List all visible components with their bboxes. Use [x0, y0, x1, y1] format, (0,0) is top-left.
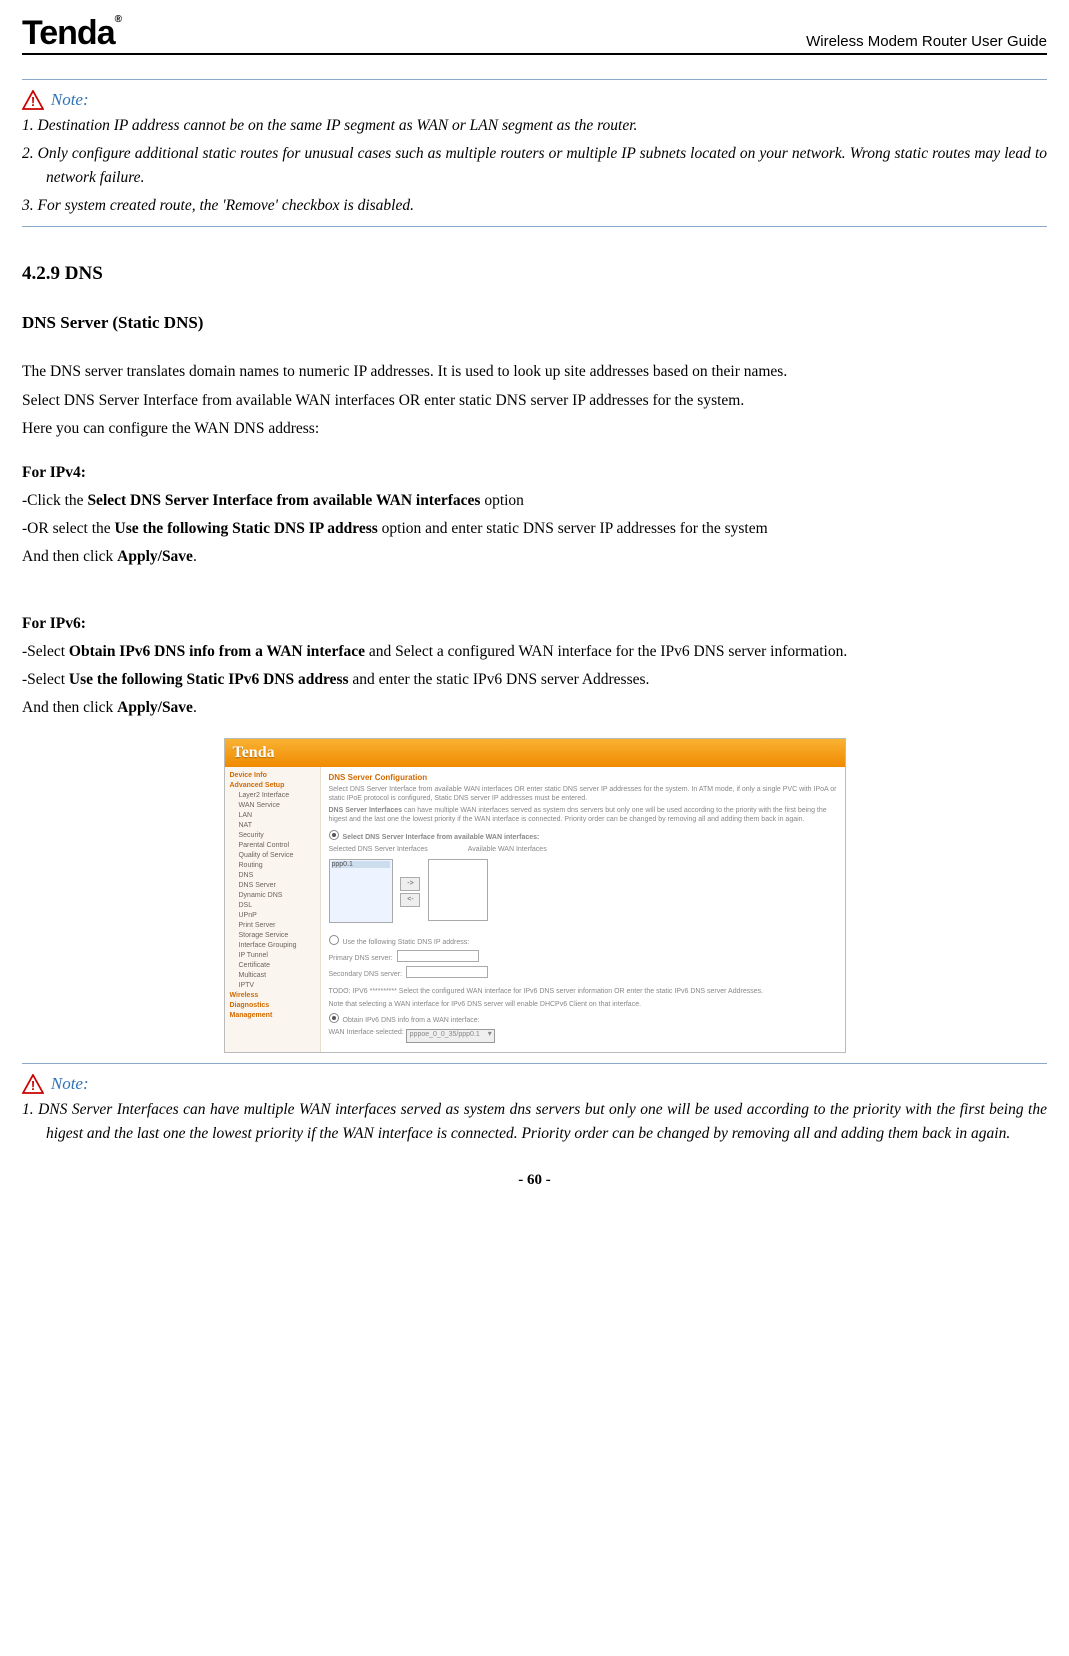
divider	[22, 1063, 1047, 1064]
ss-sidebar-item[interactable]: Quality of Service	[225, 851, 320, 861]
ss-col-label: Available WAN Interfaces	[468, 845, 547, 854]
ss-input[interactable]	[406, 966, 488, 978]
svg-text:!: !	[31, 94, 35, 109]
ss-sidebar-item[interactable]: Certificate	[225, 961, 320, 971]
ss-sidebar-item[interactable]: DNS Server	[225, 881, 320, 891]
paragraph: The DNS server translates domain names t…	[22, 359, 1047, 385]
ss-ipv6-hint2: Note that selecting a WAN interface for …	[329, 1000, 837, 1009]
paragraph: Here you can configure the WAN DNS addre…	[22, 417, 1047, 441]
ss-sidebar-item[interactable]: DNS	[225, 871, 320, 881]
paragraph: -OR select the Use the following Static …	[22, 517, 1047, 541]
paragraph: And then click Apply/Save.	[22, 545, 1047, 569]
note-label: Note:	[51, 1074, 89, 1093]
paragraph: -Click the Select DNS Server Interface f…	[22, 489, 1047, 513]
ss-sidebar-item[interactable]: Layer2 Interface	[225, 791, 320, 801]
radio-icon	[329, 1013, 339, 1023]
ss-sidebar-item[interactable]: Device Info	[225, 771, 320, 781]
ss-logo: Tenda	[233, 744, 275, 762]
ss-sidebar-item[interactable]: Security	[225, 831, 320, 841]
ipv4-label: For IPv4:	[22, 461, 1047, 485]
note-block-1: ! Note: 1. Destination IP address cannot…	[22, 90, 1047, 218]
ss-sidebar-item[interactable]: IPTV	[225, 981, 320, 991]
note-item: 2. Only configure additional static rout…	[22, 142, 1047, 190]
ss-desc: Select DNS Server Interface from availab…	[329, 785, 837, 803]
ss-sidebar-item[interactable]: Routing	[225, 861, 320, 871]
radio-icon	[329, 935, 339, 945]
ss-sidebar-item[interactable]: Multicast	[225, 971, 320, 981]
ss-wan-select-row: WAN Interface selected: pppoe_0_0_35/ppp…	[329, 1028, 837, 1043]
page-number: - 60 -	[22, 1172, 1047, 1189]
ss-radio-3[interactable]: Obtain IPv6 DNS info from a WAN interfac…	[329, 1013, 837, 1025]
radio-icon	[329, 830, 339, 840]
ss-desc: DNS Server Interfaces can have multiple …	[329, 806, 837, 824]
ss-sidebar-item[interactable]: LAN	[225, 811, 320, 821]
ss-sidebar-item[interactable]: Dynamic DNS	[225, 891, 320, 901]
ss-available-list[interactable]	[428, 859, 488, 921]
ss-sidebar-item[interactable]: Wireless	[225, 991, 320, 1001]
ss-sidebar-item[interactable]: Advanced Setup	[225, 781, 320, 791]
ss-main: DNS Server Configuration Select DNS Serv…	[321, 767, 845, 1052]
note-item: 1. Destination IP address cannot be on t…	[22, 114, 1047, 138]
doc-title: Wireless Modem Router User Guide	[806, 33, 1047, 53]
embedded-screenshot: Tenda Device InfoAdvanced SetupLayer2 In…	[22, 738, 1047, 1053]
ss-secondary-dns: Secondary DNS server:	[329, 966, 837, 979]
warning-icon: !	[22, 92, 51, 109]
ss-move-buttons[interactable]: -><-	[400, 875, 420, 909]
ss-sidebar-item[interactable]: Storage Service	[225, 931, 320, 941]
ss-selected-list[interactable]: ppp0.1	[329, 859, 393, 923]
ss-sidebar-item[interactable]: UPnP	[225, 911, 320, 921]
ss-sidebar-item[interactable]: Interface Grouping	[225, 941, 320, 951]
note-item: 3. For system created route, the 'Remove…	[22, 194, 1047, 218]
section-heading: 4.2.9 DNS	[22, 263, 1047, 285]
ss-input[interactable]	[397, 950, 479, 962]
warning-icon: !	[22, 1076, 51, 1093]
ss-sidebar-item[interactable]: WAN Service	[225, 801, 320, 811]
ss-sidebar-item[interactable]: Parental Control	[225, 841, 320, 851]
ipv6-label: For IPv6:	[22, 612, 1047, 636]
ss-primary-dns: Primary DNS server:	[329, 950, 837, 963]
ss-sidebar-item[interactable]: DSL	[225, 901, 320, 911]
note-item: 1. DNS Server Interfaces can have multip…	[22, 1098, 1047, 1146]
ss-ipv6-hint: TODO: IPV6 ********** Select the configu…	[329, 987, 837, 996]
paragraph: -Select Use the following Static IPv6 DN…	[22, 668, 1047, 692]
divider	[22, 79, 1047, 80]
ss-select[interactable]: pppoe_0_0_35/ppp0.1	[406, 1029, 495, 1043]
divider	[22, 226, 1047, 227]
ss-sidebar-item[interactable]: Diagnostics	[225, 1001, 320, 1011]
ss-radio-2[interactable]: Use the following Static DNS IP address:	[329, 935, 837, 947]
paragraph: And then click Apply/Save.	[22, 696, 1047, 720]
subsection-heading: DNS Server (Static DNS)	[22, 313, 1047, 333]
ss-sidebar-item[interactable]: NAT	[225, 821, 320, 831]
ss-sidebar-item[interactable]: Management	[225, 1011, 320, 1021]
ss-sidebar[interactable]: Device InfoAdvanced SetupLayer2 Interfac…	[225, 767, 321, 1052]
ss-sidebar-item[interactable]: IP Tunnel	[225, 951, 320, 961]
ss-col-label: Selected DNS Server Interfaces	[329, 845, 428, 854]
ss-radio-1[interactable]: Select DNS Server Interface from availab…	[329, 830, 837, 842]
note-label: Note:	[51, 90, 89, 109]
svg-text:!: !	[31, 1078, 35, 1093]
ss-page-title: DNS Server Configuration	[329, 773, 837, 782]
note-block-2: ! Note: 1. DNS Server Interfaces can hav…	[22, 1074, 1047, 1146]
brand-logo: Tenda®	[22, 14, 121, 53]
paragraph: -Select Obtain IPv6 DNS info from a WAN …	[22, 640, 1047, 664]
page-header: Tenda® Wireless Modem Router User Guide	[22, 14, 1047, 55]
ss-sidebar-item[interactable]: Print Server	[225, 921, 320, 931]
ss-topbar: Tenda	[225, 739, 845, 767]
paragraph: Select DNS Server Interface from availab…	[22, 389, 1047, 413]
